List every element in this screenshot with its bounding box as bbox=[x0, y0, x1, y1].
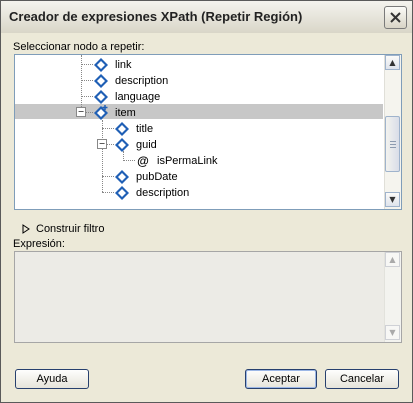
arrow-down-icon: ▼ bbox=[389, 195, 396, 204]
tree-node[interactable]: description bbox=[114, 185, 189, 201]
repeating-element-node-icon bbox=[94, 105, 108, 120]
element-node-icon bbox=[115, 138, 129, 152]
arrow-up-icon: ▲ bbox=[389, 255, 396, 264]
collapse-toggle-item[interactable]: − bbox=[76, 107, 86, 117]
tree-node-label: description bbox=[136, 187, 190, 199]
tree-node-label: link bbox=[115, 59, 132, 71]
tree-scrollbar[interactable]: ▲ ▼ bbox=[384, 55, 401, 209]
dialog-title: Creador de expresiones XPath (Repetir Re… bbox=[9, 9, 303, 24]
selection-highlight bbox=[15, 104, 383, 119]
element-node-icon bbox=[94, 58, 108, 72]
tree-node-label: guid bbox=[136, 139, 157, 151]
arrow-up-icon: ▲ bbox=[389, 58, 396, 67]
scroll-thumb[interactable] bbox=[385, 116, 400, 172]
element-node-icon bbox=[115, 186, 129, 200]
attribute-node-icon: @ bbox=[137, 154, 149, 168]
tree-line bbox=[102, 120, 103, 192]
tree-line bbox=[81, 64, 93, 65]
grip-line bbox=[390, 144, 396, 145]
expand-triangle-icon bbox=[22, 224, 30, 234]
tree-node[interactable]: pubDate bbox=[114, 169, 178, 185]
element-node-icon bbox=[115, 122, 129, 136]
tree-node-label: pubDate bbox=[136, 171, 178, 183]
tree-line bbox=[102, 192, 114, 193]
tree-node[interactable]: language bbox=[93, 89, 160, 105]
tree-node-label: description bbox=[115, 75, 169, 87]
xpath-dialog: Creador de expresiones XPath (Repetir Re… bbox=[0, 0, 413, 403]
help-button[interactable]: Ayuda bbox=[15, 369, 89, 389]
expression-scrollbar[interactable]: ▲ ▼ bbox=[384, 252, 401, 342]
tree-node[interactable]: guid bbox=[114, 137, 157, 153]
tree-node[interactable]: title bbox=[114, 121, 153, 137]
collapse-toggle-guid[interactable]: − bbox=[97, 139, 107, 149]
title-bar: Creador de expresiones XPath (Repetir Re… bbox=[1, 1, 412, 33]
grip-line bbox=[390, 147, 396, 148]
tree-node[interactable]: link bbox=[93, 57, 132, 73]
tree-node[interactable]: @ isPermaLink bbox=[135, 153, 218, 169]
tree-node-label: item bbox=[115, 107, 136, 119]
tree-line bbox=[81, 96, 93, 97]
expression-textarea[interactable]: ▲ ▼ bbox=[14, 251, 402, 343]
filter-expander[interactable]: Construir filtro bbox=[22, 223, 104, 235]
ok-button[interactable]: Aceptar bbox=[245, 369, 317, 389]
scroll-up-button[interactable]: ▲ bbox=[385, 252, 400, 267]
arrow-down-icon: ▼ bbox=[389, 328, 396, 337]
tree-line bbox=[81, 80, 93, 81]
node-tree[interactable]: − − link description language item title… bbox=[14, 54, 402, 210]
element-node-icon bbox=[115, 170, 129, 184]
tree-line bbox=[102, 176, 114, 177]
close-icon bbox=[390, 12, 401, 23]
tree-node[interactable]: description bbox=[93, 73, 168, 89]
tree-node-label: title bbox=[136, 123, 154, 135]
scroll-down-button[interactable]: ▼ bbox=[385, 325, 400, 340]
element-node-icon bbox=[94, 74, 108, 88]
tree-node-label: isPermaLink bbox=[157, 155, 218, 167]
select-node-label: Seleccionar nodo a repetir: bbox=[13, 41, 145, 53]
close-button[interactable] bbox=[384, 6, 407, 29]
expression-label: Expresión: bbox=[13, 238, 65, 250]
tree-node-label: language bbox=[115, 91, 161, 103]
scroll-up-button[interactable]: ▲ bbox=[385, 55, 400, 70]
tree-line bbox=[123, 160, 135, 161]
tree-line bbox=[102, 128, 114, 129]
element-node-icon bbox=[94, 90, 108, 104]
tree-node-selected[interactable]: item bbox=[93, 105, 136, 121]
cancel-button[interactable]: Cancelar bbox=[325, 369, 399, 389]
filter-label: Construir filtro bbox=[36, 223, 105, 235]
scroll-down-button[interactable]: ▼ bbox=[385, 192, 400, 207]
grip-line bbox=[390, 141, 396, 142]
